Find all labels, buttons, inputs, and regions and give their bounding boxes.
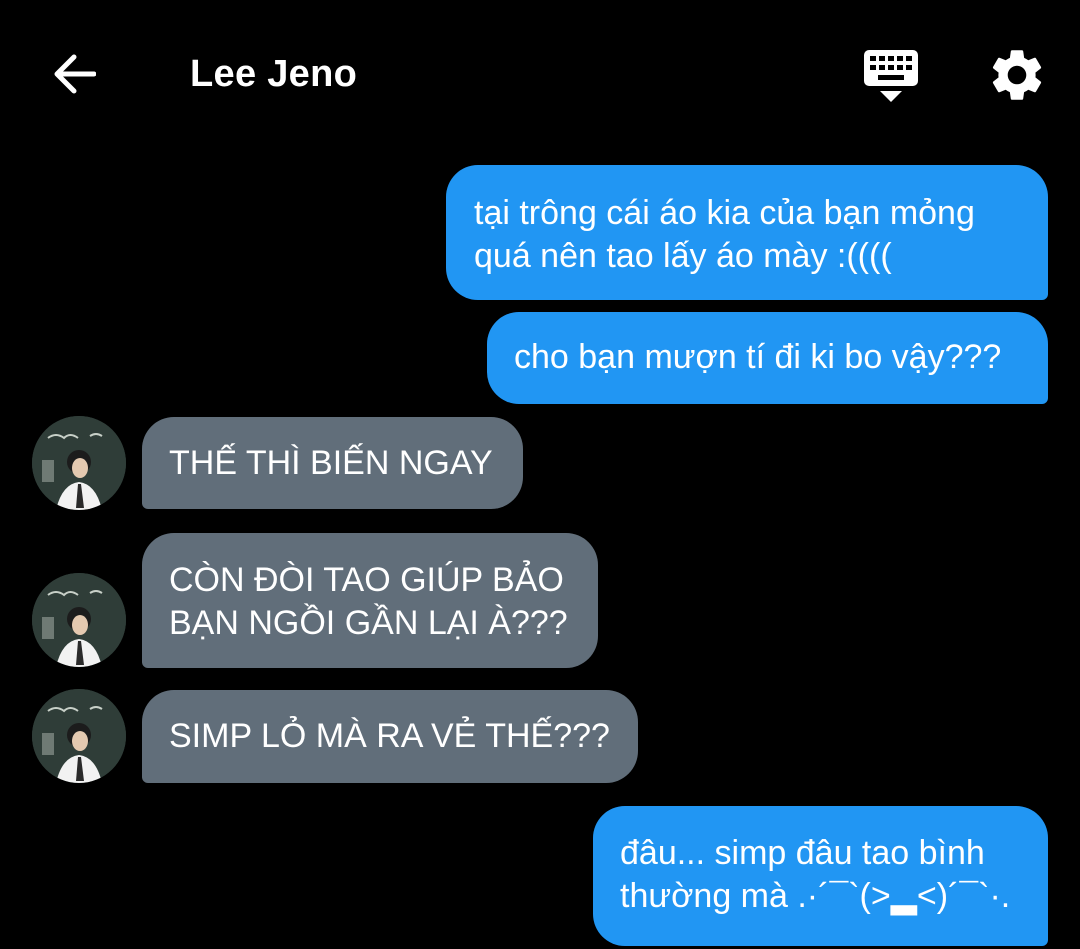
contact-photo-icon [32,416,126,510]
message-line: THẾ THÌ BIẾN NGAY [169,444,493,482]
message-line: thường mà .·´¯`(>▂<)´¯`·. [620,877,1011,915]
received-message[interactable]: THẾ THÌ BIẾN NGAY [142,417,523,509]
keyboard-toggle-button[interactable] [858,44,924,106]
sent-message[interactable]: đâu... simp đâu tao bình thường mà .·´¯`… [593,806,1048,946]
message-line: BẠN NGỒI GẦN LẠI À??? [169,604,568,642]
arrow-left-icon [54,54,96,94]
gear-icon [992,50,1042,100]
avatar[interactable] [32,689,126,783]
message-line: tại trông cái áo kia của bạn mỏng [474,194,975,232]
contact-name: Lee Jeno [190,53,358,95]
keyboard-hide-icon [864,50,918,102]
settings-button[interactable] [986,44,1048,106]
contact-photo-icon [32,689,126,783]
received-message[interactable]: CÒN ĐÒI TAO GIÚP BẢO BẠN NGỒI GẦN LẠI À?… [142,533,598,668]
back-button[interactable] [44,46,104,102]
contact-photo-icon [32,573,126,667]
chat-header: Lee Jeno [0,0,1080,140]
message-line: SIMP LỎ MÀ RA VẺ THẾ??? [169,717,610,755]
message-line: đâu... simp đâu tao bình [620,834,985,872]
received-message[interactable]: SIMP LỎ MÀ RA VẺ THẾ??? [142,690,638,783]
message-line: CÒN ĐÒI TAO GIÚP BẢO [169,561,564,599]
avatar[interactable] [32,573,126,667]
avatar[interactable] [32,416,126,510]
sent-message[interactable]: cho bạn mượn tí đi ki bo vậy??? [487,312,1048,404]
message-line: quá nên tao lấy áo mày :(((( [474,237,892,275]
sent-message[interactable]: tại trông cái áo kia của bạn mỏng quá nê… [446,165,1048,300]
message-line: cho bạn mượn tí đi ki bo vậy??? [514,338,1002,376]
